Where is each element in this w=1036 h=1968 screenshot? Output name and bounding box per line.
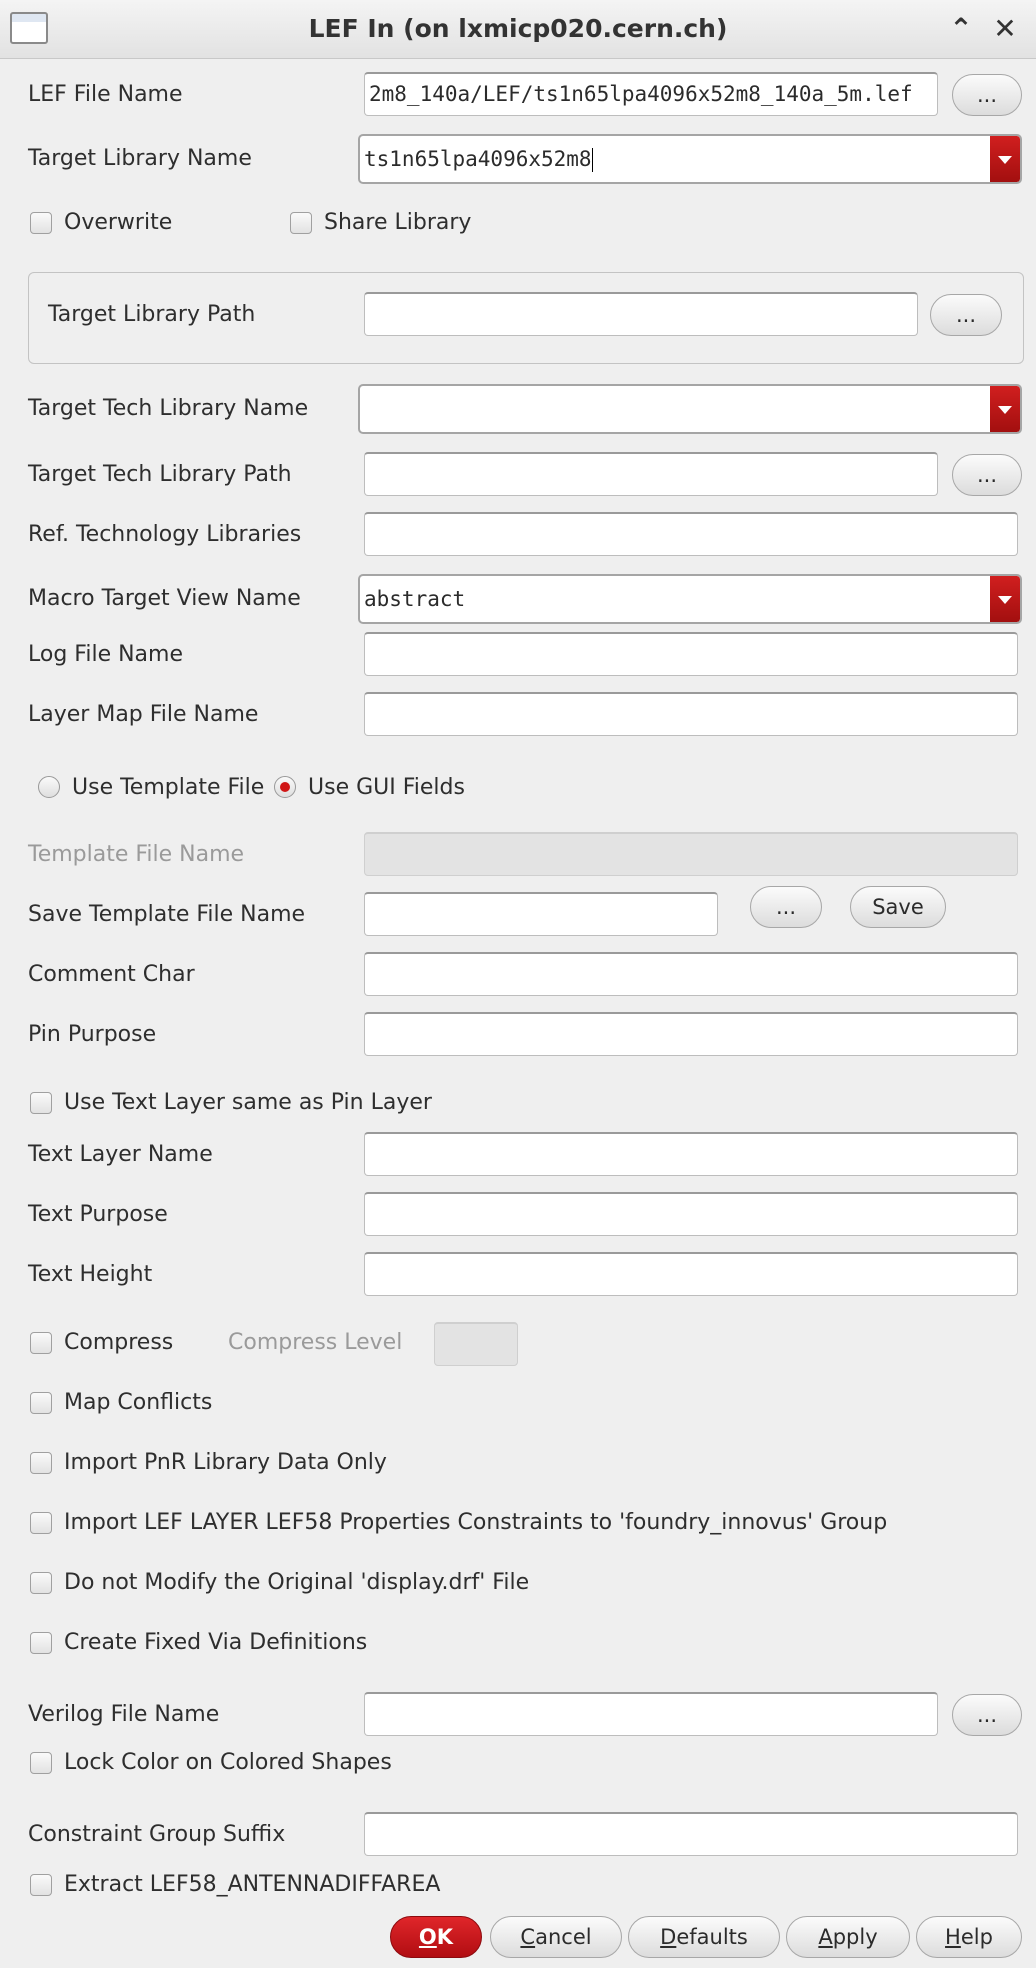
log-file-name-label: Log File Name — [28, 642, 183, 667]
share-library-label: Share Library — [324, 210, 472, 235]
help-mnemonic: H — [945, 1925, 961, 1949]
import-pnr-label: Import PnR Library Data Only — [64, 1450, 387, 1475]
no-modify-display-label: Do not Modify the Original 'display.drf'… — [64, 1570, 530, 1595]
use-text-layer-checkbox[interactable] — [30, 1092, 52, 1114]
layer-map-file-name-input[interactable] — [364, 692, 1018, 736]
create-fixed-via-checkbox[interactable] — [30, 1632, 52, 1654]
text-purpose-label: Text Purpose — [28, 1202, 168, 1227]
comment-char-label: Comment Char — [28, 962, 195, 987]
window-title: LEF In (on lxmicp020.cern.ch) — [308, 14, 728, 43]
target-library-name-combo[interactable]: ts1n65lpa4096x52m8 — [358, 134, 1022, 184]
verilog-file-name-input[interactable] — [364, 1692, 938, 1736]
extract-antenna-checkbox[interactable] — [30, 1874, 52, 1896]
compress-checkbox[interactable] — [30, 1332, 52, 1354]
overwrite-label: Overwrite — [64, 210, 173, 235]
target-tech-library-path-input[interactable] — [364, 452, 938, 496]
help-button[interactable]: Help — [916, 1916, 1022, 1958]
text-height-label: Text Height — [28, 1262, 153, 1287]
compress-level-label: Compress Level — [228, 1330, 403, 1355]
defaults-label-rest: efaults — [676, 1925, 748, 1949]
target-tech-library-name-combo[interactable] — [358, 384, 1022, 434]
text-layer-name-label: Text Layer Name — [28, 1142, 213, 1167]
pin-purpose-label: Pin Purpose — [28, 1022, 157, 1047]
target-library-path-browse-button[interactable]: ... — [930, 294, 1002, 336]
text-purpose-input[interactable] — [364, 1192, 1018, 1236]
use-template-file-radio[interactable] — [38, 776, 60, 798]
close-icon[interactable]: ✕ — [986, 10, 1024, 48]
compress-level-input — [434, 1322, 518, 1366]
help-label-rest: elp — [960, 1925, 993, 1949]
use-template-file-label: Use Template File — [72, 775, 265, 800]
maximize-icon[interactable]: ⌃ — [942, 10, 980, 48]
chevron-down-icon[interactable] — [990, 386, 1020, 432]
target-library-path-input[interactable] — [364, 292, 918, 336]
cancel-mnemonic: C — [520, 1925, 536, 1949]
import-lef58-checkbox[interactable] — [30, 1512, 52, 1534]
save-template-browse-button[interactable]: ... — [750, 886, 822, 928]
defaults-mnemonic: D — [660, 1925, 677, 1949]
macro-target-view-name-value: abstract — [364, 587, 466, 611]
chevron-down-icon[interactable] — [990, 136, 1020, 182]
target-library-name-label: Target Library Name — [28, 146, 252, 171]
share-library-checkbox[interactable] — [290, 212, 312, 234]
lef-file-browse-button[interactable]: ... — [952, 74, 1022, 116]
cancel-button[interactable]: Cancel — [490, 1916, 622, 1958]
lef-file-name-label: LEF File Name — [28, 82, 183, 107]
target-library-name-value: ts1n65lpa4096x52m8 — [364, 147, 592, 171]
import-pnr-checkbox[interactable] — [30, 1452, 52, 1474]
map-conflicts-checkbox[interactable] — [30, 1392, 52, 1414]
create-fixed-via-label: Create Fixed Via Definitions — [64, 1630, 368, 1655]
map-conflicts-label: Map Conflicts — [64, 1390, 213, 1415]
import-lef58-label: Import LEF LAYER LEF58 Properties Constr… — [64, 1510, 888, 1535]
ok-mnemonic: O — [418, 1925, 437, 1949]
chevron-down-icon[interactable] — [990, 576, 1020, 622]
lef-in-dialog: LEF In (on lxmicp020.cern.ch) ⌃ ✕ LEF Fi… — [0, 0, 1036, 1968]
save-template-file-name-label: Save Template File Name — [28, 902, 306, 927]
ok-label-rest: K — [436, 1925, 454, 1949]
target-tech-library-path-label: Target Tech Library Path — [28, 462, 292, 487]
text-caret — [591, 148, 593, 172]
apply-button[interactable]: Apply — [786, 1916, 910, 1958]
verilog-file-browse-button[interactable]: ... — [952, 1694, 1022, 1736]
lock-color-checkbox[interactable] — [30, 1752, 52, 1774]
text-height-input[interactable] — [364, 1252, 1018, 1296]
use-text-layer-label: Use Text Layer same as Pin Layer — [64, 1090, 432, 1115]
template-file-name-input — [364, 832, 1018, 876]
save-button[interactable]: Save — [850, 886, 946, 928]
apply-mnemonic: A — [818, 1925, 833, 1949]
ref-technology-libraries-input[interactable] — [364, 512, 1018, 556]
compress-label: Compress — [64, 1330, 174, 1355]
use-gui-fields-label: Use GUI Fields — [308, 775, 465, 800]
ok-button[interactable]: OK — [390, 1916, 482, 1958]
template-file-name-label: Template File Name — [28, 842, 245, 867]
ref-technology-libraries-label: Ref. Technology Libraries — [28, 522, 302, 547]
defaults-button[interactable]: Defaults — [628, 1916, 780, 1958]
text-layer-name-input[interactable] — [364, 1132, 1018, 1176]
layer-map-file-name-label: Layer Map File Name — [28, 702, 259, 727]
overwrite-checkbox[interactable] — [30, 212, 52, 234]
apply-label-rest: pply — [832, 1925, 878, 1949]
use-gui-fields-radio[interactable] — [274, 776, 296, 798]
save-template-file-name-input[interactable] — [364, 892, 718, 936]
lef-file-name-input[interactable]: 2m8_140a/LEF/ts1n65lpa4096x52m8_140a_5m.… — [364, 72, 938, 116]
target-tech-library-path-browse-button[interactable]: ... — [952, 454, 1022, 496]
macro-target-view-name-combo[interactable]: abstract — [358, 574, 1022, 624]
constraint-group-suffix-input[interactable] — [364, 1812, 1018, 1856]
cancel-label-rest: ancel — [535, 1925, 592, 1949]
comment-char-input[interactable] — [364, 952, 1018, 996]
title-bar: LEF In (on lxmicp020.cern.ch) ⌃ ✕ — [0, 0, 1036, 59]
macro-target-view-name-label: Macro Target View Name — [28, 586, 301, 611]
pin-purpose-input[interactable] — [364, 1012, 1018, 1056]
lock-color-label: Lock Color on Colored Shapes — [64, 1750, 392, 1775]
extract-antenna-label: Extract LEF58_ANTENNADIFFAREA — [64, 1872, 441, 1897]
log-file-name-input[interactable] — [364, 632, 1018, 676]
constraint-group-suffix-label: Constraint Group Suffix — [28, 1822, 286, 1847]
no-modify-display-checkbox[interactable] — [30, 1572, 52, 1594]
target-tech-library-name-label: Target Tech Library Name — [28, 396, 309, 421]
target-library-path-label: Target Library Path — [48, 302, 256, 327]
verilog-file-name-label: Verilog File Name — [28, 1702, 220, 1727]
